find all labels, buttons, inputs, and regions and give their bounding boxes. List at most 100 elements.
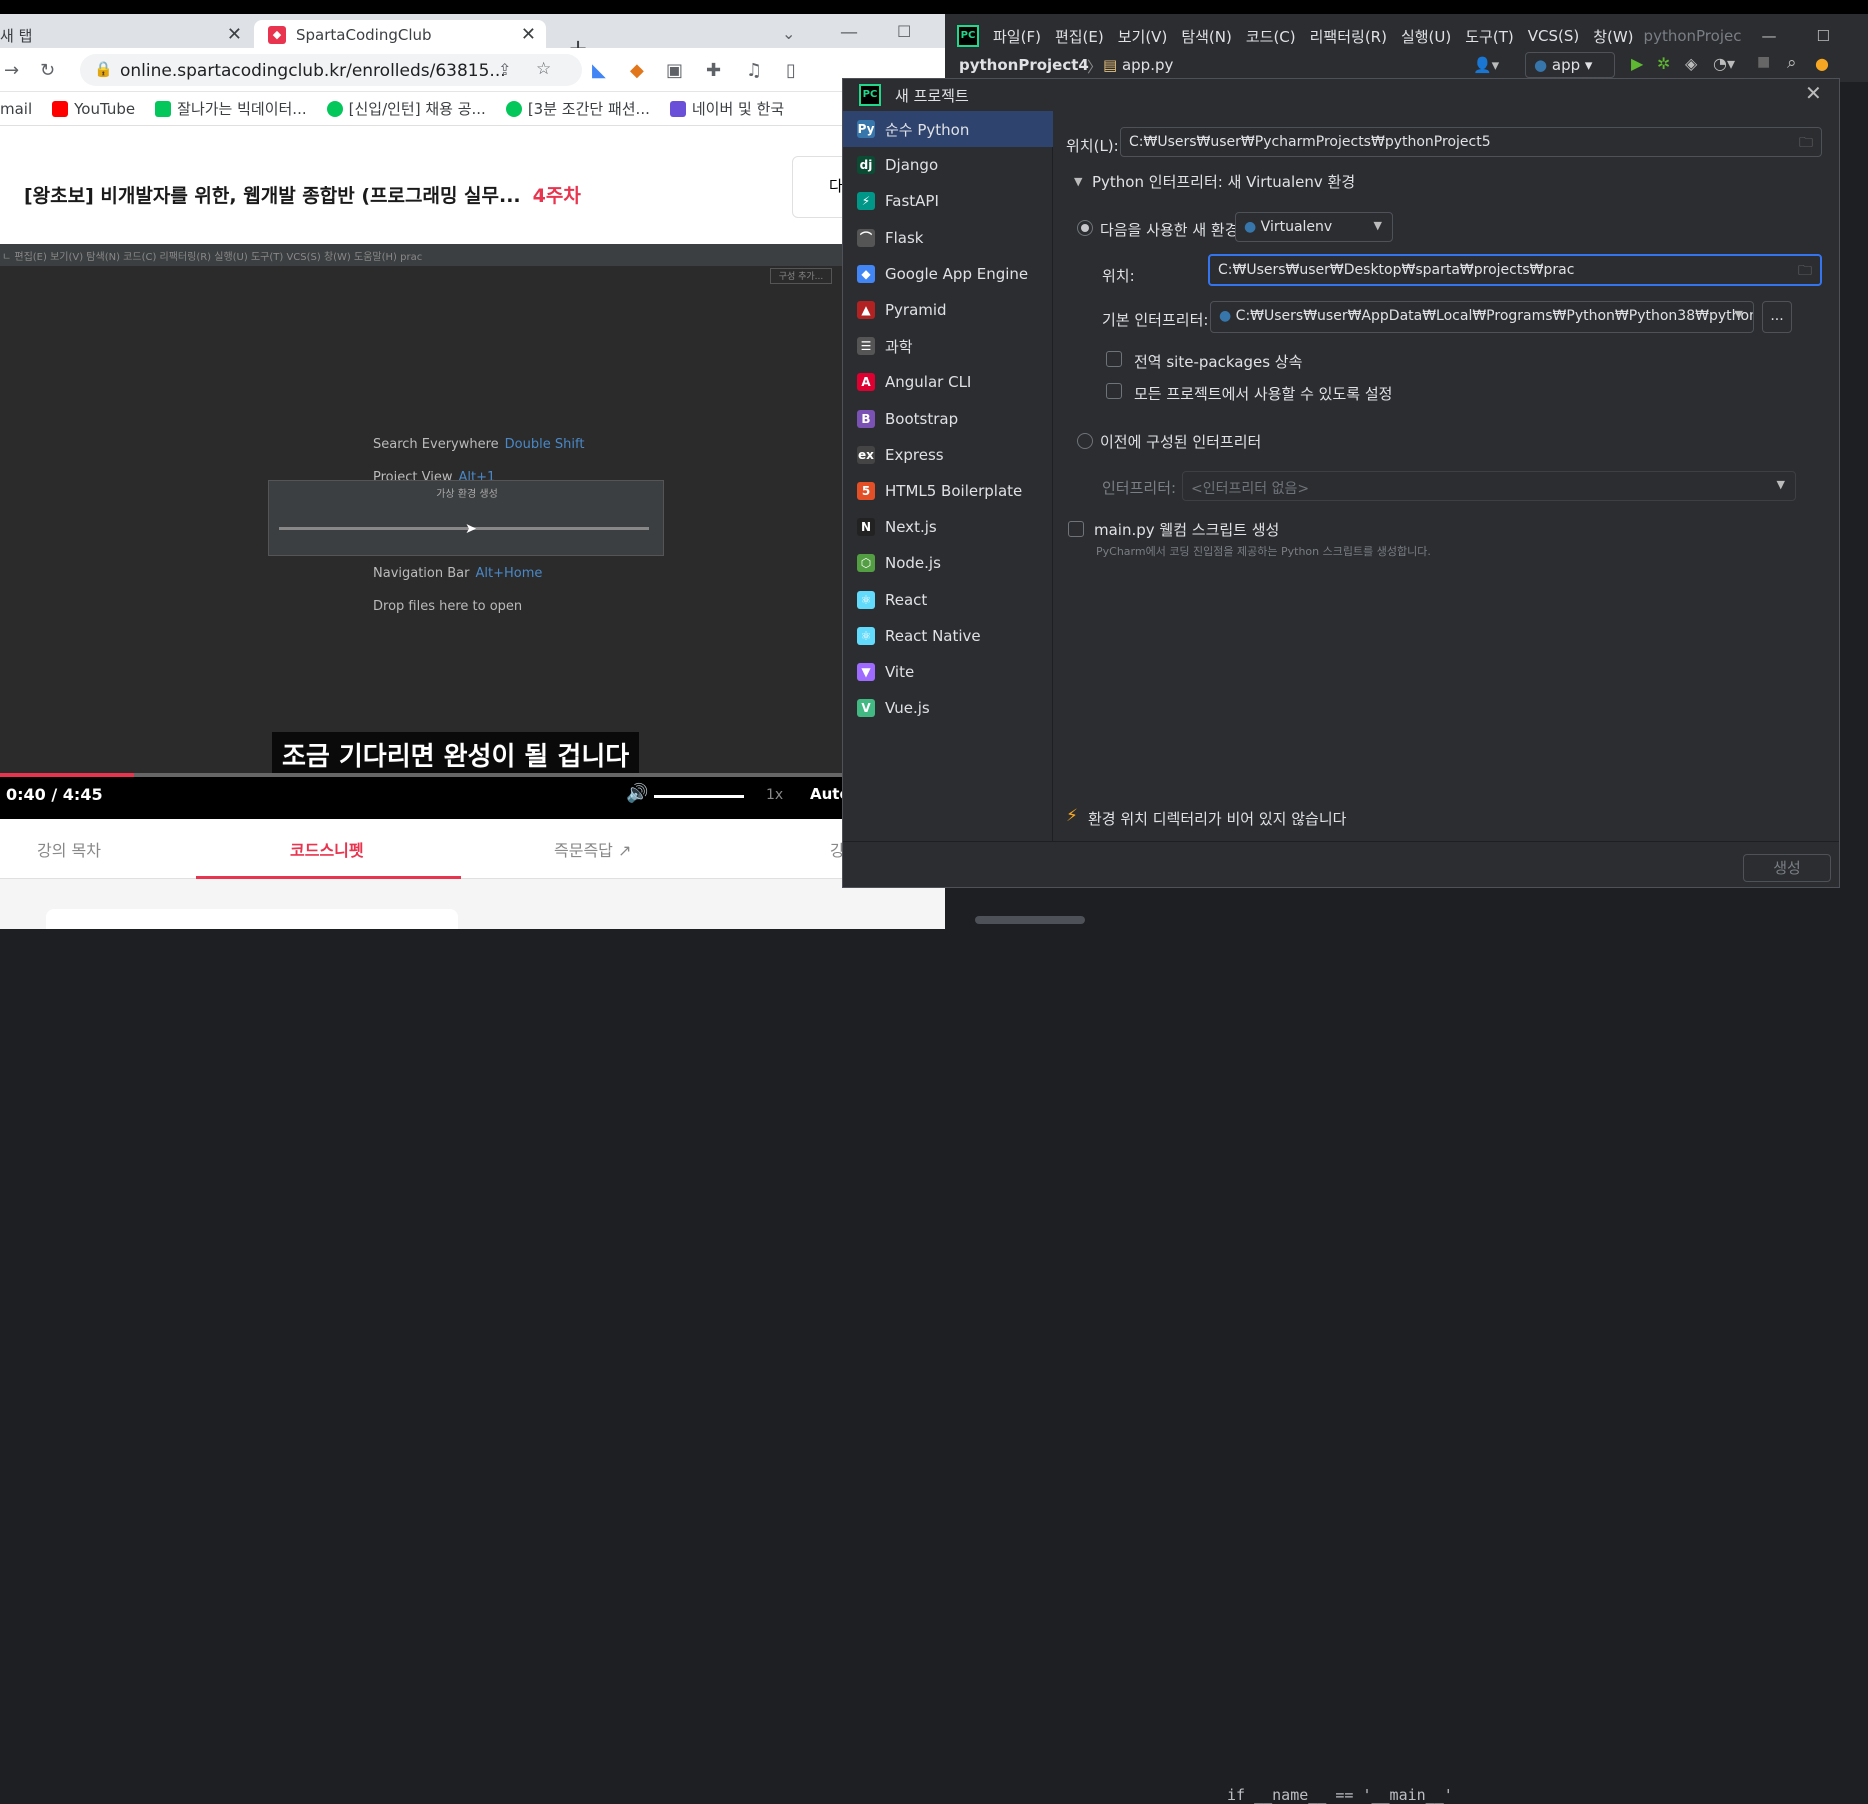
run-config-select[interactable]: ● app ▾ <box>1525 52 1615 78</box>
address-bar[interactable]: 🔒 online.spartacodingclub.kr/enrolleds/6… <box>80 54 582 86</box>
base-interpreter-select[interactable]: ● C:₩Users₩user₩AppData₩Local₩Programs₩P… <box>1210 301 1754 333</box>
extension-icon[interactable]: ◣ <box>592 60 606 81</box>
tab-qna[interactable]: 즉문즉답 ↗ <box>554 837 631 861</box>
nodejs-icon: ⬡ <box>857 554 875 573</box>
run-icon[interactable]: ▶ <box>1631 54 1643 73</box>
project-type-react[interactable]: ⚛ React <box>843 582 1053 618</box>
folder-icon[interactable]: 🗀 <box>1799 132 1813 156</box>
close-icon[interactable]: ✕ <box>227 24 242 45</box>
project-breadcrumb[interactable]: pythonProject4 <box>959 56 1089 74</box>
tab-code-snippet[interactable]: 코드스니펫 <box>290 837 364 861</box>
chevron-down-icon[interactable]: ⌄ <box>782 24 795 43</box>
menu-navigate[interactable]: 탐색(N) <box>1181 26 1232 47</box>
project-type-nextjs[interactable]: N Next.js <box>843 509 1053 545</box>
menu-edit[interactable]: 편집(E) <box>1055 26 1104 47</box>
profile-icon[interactable]: ◔▾ <box>1713 54 1735 73</box>
desktop-strip <box>0 0 945 14</box>
user-icon[interactable]: 👤▾ <box>1473 56 1499 74</box>
extension-icon[interactable]: ▣ <box>666 60 683 81</box>
horizontal-scrollbar[interactable] <box>975 916 1085 924</box>
main-py-hint: PyCharm에서 코딩 진입점을 제공하는 Python 스크립트를 생성합니… <box>1096 545 1431 558</box>
volume-slider[interactable] <box>654 795 744 798</box>
project-type-nodejs[interactable]: ⬡ Node.js <box>843 545 1053 581</box>
project-type-html5[interactable]: 5 HTML5 Boilerplate <box>843 473 1053 509</box>
browser-toolbar: → ↻ 🔒 online.spartacodingclub.kr/enrolle… <box>0 48 945 92</box>
project-type-vite[interactable]: ▼ Vite <box>843 654 1053 690</box>
debug-icon[interactable]: ✲ <box>1657 54 1670 73</box>
bookmark-item[interactable]: YouTube <box>52 100 135 118</box>
prev-interpreter-radio[interactable] <box>1077 433 1093 449</box>
project-type-flask[interactable]: ⌒ Flask <box>843 220 1053 256</box>
video-player[interactable]: ㄴ 편집(E) 보기(V) 탐색(N) 코드(C) 리팩터링(R) 실행(U) … <box>0 244 945 819</box>
tab-new-tab[interactable]: 새 탭 ✕ <box>0 20 250 50</box>
tab-title: 새 탭 <box>0 26 33 45</box>
bookmark-item[interactable]: 네이버 및 한국 <box>669 98 784 119</box>
star-icon[interactable]: ☆ <box>536 59 551 79</box>
env-location-field[interactable]: C:₩Users₩user₩Desktop₩sparta₩projects₩pr… <box>1208 254 1822 286</box>
maximize-icon[interactable]: ☐ <box>1816 27 1829 45</box>
project-type-angular[interactable]: A Angular CLI <box>843 364 1053 400</box>
metamask-icon[interactable]: ◆ <box>630 60 644 81</box>
project-type-python[interactable]: Py 순수 Python <box>843 111 1053 147</box>
file-breadcrumb[interactable]: ▤ app.py <box>1103 56 1173 74</box>
menu-refactor[interactable]: 리팩터링(R) <box>1310 26 1387 47</box>
bookmark-item[interactable]: 잘나가는 빅데이터... <box>155 98 307 119</box>
new-env-radio[interactable] <box>1077 220 1093 236</box>
project-type-react-native[interactable]: ⚛ React Native <box>843 618 1053 654</box>
stop-icon[interactable]: ■ <box>1757 54 1770 70</box>
project-type-label: React <box>885 590 928 609</box>
create-button[interactable]: 생성 <box>1743 854 1831 882</box>
tab-spartacodingclub[interactable]: ◆ SpartaCodingClub ✕ <box>254 20 546 50</box>
bookmark-item[interactable]: [3분 조간단 패션... <box>505 98 650 119</box>
minimize-icon[interactable]: — <box>1761 27 1776 45</box>
browse-button[interactable]: ... <box>1762 301 1792 333</box>
env-type-select[interactable]: ● Virtualenv ▼ <box>1235 212 1393 242</box>
folder-icon[interactable]: 🗀 <box>1798 260 1812 284</box>
project-type-django[interactable]: dj Django <box>843 147 1053 183</box>
menu-window[interactable]: 창(W) <box>1593 26 1633 47</box>
close-icon[interactable]: ✕ <box>521 24 536 45</box>
share-icon[interactable]: ⇪ <box>498 60 511 79</box>
project-type-express[interactable]: ex Express <box>843 437 1053 473</box>
project-type-vue[interactable]: V Vue.js <box>843 690 1053 726</box>
sidepanel-icon[interactable]: ▯ <box>786 60 796 81</box>
menu-run[interactable]: 실행(U) <box>1401 26 1451 47</box>
project-type-bootstrap[interactable]: B Bootstrap <box>843 401 1053 437</box>
speed-button[interactable]: 1x <box>766 787 783 803</box>
main-py-checkbox[interactable] <box>1068 521 1084 537</box>
menu-code[interactable]: 코드(C) <box>1246 26 1296 47</box>
share-checkbox[interactable] <box>1106 383 1122 399</box>
location-field[interactable]: C:₩Users₩user₩PycharmProjects₩pythonProj… <box>1120 127 1822 157</box>
interpreter-select[interactable]: <인터프리터 없음> ▼ <box>1182 471 1796 501</box>
video-subtitle: 조금 기다리면 완성이 될 겁니다 <box>272 732 640 777</box>
interpreter-section-title[interactable]: Python 인터프리터: 새 Virtualenv 환경 <box>1092 171 1355 192</box>
google-app-engine-icon: ◆ <box>857 264 875 283</box>
project-type-label: Vue.js <box>885 699 930 718</box>
python-icon: Py <box>857 120 875 138</box>
minimize-icon[interactable]: — <box>840 22 858 43</box>
project-type-pyramid[interactable]: ▲ Pyramid <box>843 292 1053 328</box>
menu-tools[interactable]: 도구(T) <box>1465 26 1513 47</box>
search-icon[interactable]: ⌕ <box>1787 53 1797 73</box>
close-icon[interactable]: ✕ <box>1805 81 1822 105</box>
tab-bar: 새 탭 ✕ ◆ SpartaCodingClub ✕ <box>0 14 945 50</box>
coverage-icon[interactable]: ◈ <box>1685 54 1697 73</box>
menu-view[interactable]: 보기(V) <box>1118 26 1168 47</box>
project-type-fastapi[interactable]: ⚡ FastAPI <box>843 183 1053 219</box>
inherit-checkbox[interactable] <box>1106 351 1122 367</box>
collapse-icon[interactable]: ▼ <box>1074 175 1082 188</box>
tab-lecture-list[interactable]: 강의 목차 <box>37 837 101 861</box>
media-icon[interactable]: ♫ <box>746 60 762 81</box>
bookmark-item[interactable]: [신입/인턴] 채용 공... <box>326 98 486 119</box>
update-icon[interactable]: ● <box>1815 54 1829 73</box>
volume-icon[interactable]: 🔊 <box>626 783 648 804</box>
maximize-icon[interactable]: ☐ <box>897 22 911 41</box>
forward-icon[interactable]: → <box>4 60 19 81</box>
project-type-science[interactable]: ☰ 과학 <box>843 328 1053 364</box>
menu-vcs[interactable]: VCS(S) <box>1528 27 1579 45</box>
menu-file[interactable]: 파일(F) <box>993 26 1041 47</box>
bookmark-item[interactable]: mail <box>0 100 32 118</box>
project-type-google-app-engine[interactable]: ◆ Google App Engine <box>843 256 1053 292</box>
reload-icon[interactable]: ↻ <box>40 60 55 81</box>
puzzle-icon[interactable]: ✚ <box>706 60 721 81</box>
